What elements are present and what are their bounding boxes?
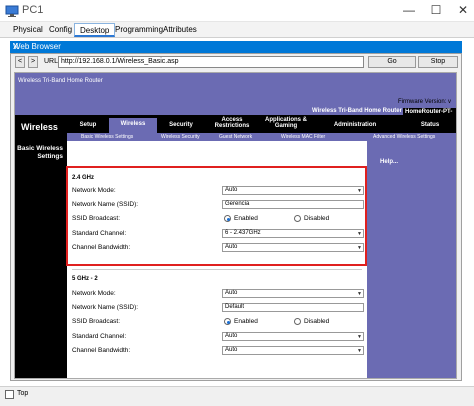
band5-disabled-label: Disabled xyxy=(304,318,330,325)
submenu-guest-network[interactable]: Guest Network xyxy=(219,134,252,140)
minimize-button[interactable]: — xyxy=(397,0,421,22)
band5-mode-label: Network Mode: xyxy=(72,290,116,297)
router-name: Wireless Tri-Band Home Router xyxy=(312,108,402,114)
page-title: Basic Wireless Settings xyxy=(17,145,63,160)
browser-close-button[interactable]: X xyxy=(13,42,460,51)
chevron-down-icon: ▼ xyxy=(357,348,362,354)
tab-physical[interactable]: Physical xyxy=(8,23,48,37)
back-button[interactable]: < xyxy=(15,56,25,68)
close-button[interactable]: ✕ xyxy=(451,0,474,22)
band5-bandwidth-value: Auto xyxy=(225,347,238,353)
band5-disabled-radio[interactable] xyxy=(294,318,301,325)
bottom-bar xyxy=(0,386,474,406)
router-model: HomeRouter-PT- xyxy=(405,109,453,115)
submenu-advanced-wireless[interactable]: Advanced Wireless Settings xyxy=(373,134,435,140)
band5-enabled-radio[interactable] xyxy=(224,318,231,325)
banner-title: Wireless Tri-Band Home Router xyxy=(18,78,103,84)
band5-channel-value: Auto xyxy=(225,333,238,339)
pc-icon xyxy=(5,5,19,17)
menu-wireless[interactable]: Wireless xyxy=(109,118,157,133)
top-label: Top xyxy=(17,390,29,397)
highlight-box xyxy=(66,166,367,266)
submenu-wireless-security[interactable]: Wireless Security xyxy=(161,134,200,140)
band5-enabled-label: Enabled xyxy=(234,318,258,325)
band5-mode-value: Auto xyxy=(225,290,238,296)
menu-access-restrictions[interactable]: Access Restrictions xyxy=(211,117,253,133)
help-column xyxy=(367,141,456,378)
band5-ssid-input[interactable]: Default xyxy=(222,303,364,312)
band5-channel-label: Standard Channel: xyxy=(72,333,127,340)
stop-button[interactable]: Stop xyxy=(418,56,458,68)
window-title: PC1 xyxy=(22,4,44,16)
band5-title: 5 GHz - 2 xyxy=(72,276,98,282)
help-link[interactable]: Help... xyxy=(380,159,398,165)
band5-mode-select[interactable]: Auto ▼ xyxy=(222,289,364,298)
submenu-mac-filter[interactable]: Wireless MAC Filter xyxy=(281,134,325,140)
band5-channel-select[interactable]: Auto ▼ xyxy=(222,332,364,341)
tab-attributes[interactable]: Attributes xyxy=(158,23,202,37)
band5-bandwidth-select[interactable]: Auto ▼ xyxy=(222,346,364,355)
menu-setup[interactable]: Setup xyxy=(67,120,109,133)
left-column xyxy=(15,141,67,378)
menu-security[interactable]: Security xyxy=(157,120,205,133)
browser-titlebar: Web Browser X xyxy=(10,41,462,53)
chevron-down-icon: ▼ xyxy=(357,334,362,340)
url-label: URL xyxy=(44,58,59,65)
forward-button[interactable]: > xyxy=(28,56,38,68)
top-checkbox[interactable] xyxy=(5,390,14,399)
url-input[interactable]: http://192.168.0.1/Wireless_Basic.asp xyxy=(58,56,364,68)
tab-config[interactable]: Config xyxy=(44,23,77,37)
menu-applications-gaming[interactable]: Applications & Gaming xyxy=(261,117,311,133)
band5-bandwidth-label: Channel Bandwidth: xyxy=(72,347,131,354)
go-button[interactable]: Go xyxy=(368,56,416,68)
chevron-down-icon: ▼ xyxy=(357,291,362,297)
maximize-button[interactable]: ☐ xyxy=(424,0,448,22)
menu-administration[interactable]: Administration xyxy=(315,120,395,133)
section-divider xyxy=(72,269,362,270)
firmware-version: Firmware Version: v xyxy=(398,99,452,105)
submenu-basic-wireless[interactable]: Basic Wireless Settings xyxy=(81,134,133,140)
band5-broadcast-label: SSID Broadcast: xyxy=(72,318,121,325)
section-title: Wireless xyxy=(21,122,58,132)
menu-status[interactable]: Status xyxy=(405,120,455,133)
band5-ssid-label: Network Name (SSID): xyxy=(72,304,139,311)
